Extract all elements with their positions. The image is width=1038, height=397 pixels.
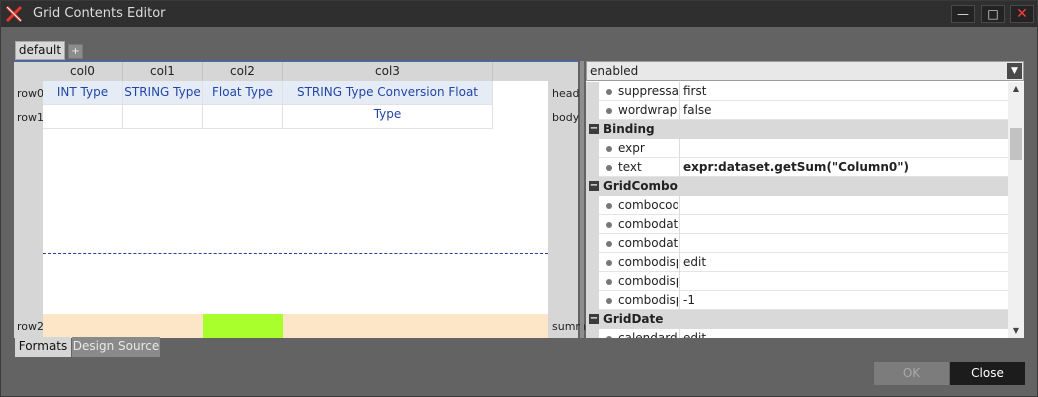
properties-panel: enabled ▼ suppressalign first wordwrap f… bbox=[586, 61, 1024, 338]
property-bullet-icon bbox=[606, 108, 612, 114]
close-icon: ✕ bbox=[1016, 6, 1028, 22]
grid-cell-summ-col2-selected[interactable] bbox=[203, 314, 283, 338]
column-header-col0[interactable]: col0 bbox=[43, 62, 123, 81]
property-bullet-icon bbox=[606, 146, 612, 152]
app-logo-icon bbox=[5, 5, 23, 23]
property-row[interactable]: combodatacol bbox=[586, 234, 1008, 253]
property-group-binding[interactable]: − Binding bbox=[586, 120, 1008, 139]
property-name: combodisplay bbox=[618, 255, 678, 269]
property-name: text bbox=[618, 160, 642, 174]
property-value[interactable]: expr:dataset.getSum("Column0") bbox=[683, 160, 1003, 174]
property-filter-value: enabled bbox=[590, 64, 639, 78]
grid-cell-head-col0[interactable]: INT Type bbox=[43, 81, 123, 105]
group-name: GridDate bbox=[603, 312, 664, 326]
dropdown-arrow-icon[interactable]: ▼ bbox=[1007, 63, 1022, 79]
property-value[interactable]: -1 bbox=[683, 293, 1003, 307]
group-name: Binding bbox=[603, 122, 655, 136]
grid-cell-body-col1[interactable] bbox=[123, 105, 203, 129]
property-group-griddate[interactable]: − GridDate bbox=[586, 310, 1008, 329]
property-name: combodataset bbox=[618, 217, 678, 231]
property-row[interactable]: combodataset bbox=[586, 215, 1008, 234]
collapse-icon[interactable]: − bbox=[589, 314, 599, 324]
property-bullet-icon bbox=[606, 298, 612, 304]
property-row[interactable]: combodisplayrowcount -1 bbox=[586, 291, 1008, 310]
property-list: suppressalign first wordwrap false − Bin… bbox=[586, 82, 1008, 338]
property-value[interactable]: first bbox=[683, 84, 1003, 98]
collapse-icon[interactable]: − bbox=[589, 181, 599, 191]
property-name: expr bbox=[618, 141, 645, 155]
grid-contents-editor-window: Grid Contents Editor — □ ✕ default + col… bbox=[0, 0, 1038, 397]
group-name: GridCombo bbox=[603, 179, 678, 193]
property-scrollbar[interactable]: ▲ ▼ bbox=[1008, 82, 1024, 338]
title-bar[interactable]: Grid Contents Editor — □ ✕ bbox=[1, 1, 1037, 27]
add-format-button[interactable]: + bbox=[68, 44, 83, 59]
tab-default[interactable]: default bbox=[15, 41, 65, 60]
ok-button[interactable]: OK bbox=[874, 362, 949, 385]
property-bullet-icon bbox=[606, 279, 612, 285]
property-bullet-icon bbox=[606, 260, 612, 266]
column-header-col2[interactable]: col2 bbox=[203, 62, 283, 81]
window-title: Grid Contents Editor bbox=[33, 6, 166, 21]
scroll-thumb[interactable] bbox=[1010, 128, 1022, 160]
property-bullet-icon bbox=[606, 222, 612, 228]
property-bullet-icon bbox=[606, 165, 612, 171]
property-row[interactable]: suppressalign first bbox=[586, 82, 1008, 101]
property-bullet-icon bbox=[606, 241, 612, 247]
property-value[interactable]: edit bbox=[683, 331, 1003, 338]
property-group-gridcombo[interactable]: − GridCombo bbox=[586, 177, 1008, 196]
property-name: combodisplaynulltext bbox=[618, 274, 678, 288]
property-name: combocodecol bbox=[618, 198, 678, 212]
band-label-column bbox=[548, 62, 578, 338]
column-header-row: col0 col1 col2 col3 bbox=[43, 62, 548, 81]
band-label-head: head bbox=[552, 87, 580, 100]
property-row[interactable]: combodisplay edit bbox=[586, 253, 1008, 272]
maximize-button[interactable]: □ bbox=[981, 5, 1005, 23]
property-row[interactable]: calendardisplay edit bbox=[586, 329, 1008, 338]
property-name: wordwrap bbox=[618, 103, 678, 117]
grid-cell-head-col2[interactable]: Float Type bbox=[203, 81, 283, 105]
tab-formats[interactable]: Formats bbox=[15, 337, 71, 357]
property-row[interactable]: text expr:dataset.getSum("Column0") bbox=[586, 158, 1008, 177]
grid-cell-body-col2[interactable] bbox=[203, 105, 283, 129]
row-label-row2: row2 bbox=[17, 320, 45, 333]
scroll-up-icon[interactable]: ▲ bbox=[1008, 82, 1024, 96]
row-label-row1: row1 bbox=[17, 111, 45, 124]
property-row[interactable]: wordwrap false bbox=[586, 101, 1008, 120]
grid-row-summary bbox=[43, 314, 548, 338]
property-value[interactable]: edit bbox=[683, 255, 1003, 269]
row-label-row0: row0 bbox=[17, 87, 45, 100]
grid-cell-head-col3[interactable]: STRING Type Conversion Float Type bbox=[283, 81, 493, 121]
minimize-icon: — bbox=[957, 7, 969, 21]
row-header-column bbox=[14, 62, 43, 338]
grid-cell-head-col1[interactable]: STRING Type bbox=[123, 81, 203, 105]
property-row[interactable]: expr bbox=[586, 139, 1008, 158]
grid-design-area[interactable]: col0 col1 col2 col3 row0 row1 row2 head … bbox=[14, 61, 586, 338]
property-row[interactable]: combocodecol bbox=[586, 196, 1008, 215]
close-window-button[interactable]: ✕ bbox=[1010, 5, 1034, 23]
property-bullet-icon bbox=[606, 203, 612, 209]
scroll-down-icon[interactable]: ▼ bbox=[1008, 324, 1024, 338]
band-divider-line bbox=[43, 253, 548, 254]
property-row[interactable]: combodisplaynulltext bbox=[586, 272, 1008, 291]
property-name: calendardisplay bbox=[618, 331, 678, 338]
property-bullet-icon bbox=[606, 89, 612, 95]
tab-design-source[interactable]: Design Source bbox=[72, 337, 160, 357]
property-name: combodatacol bbox=[618, 236, 678, 250]
column-header-col3[interactable]: col3 bbox=[283, 62, 493, 81]
close-button[interactable]: Close bbox=[950, 362, 1025, 385]
column-header-col1[interactable]: col1 bbox=[123, 62, 203, 81]
property-bullet-icon bbox=[606, 336, 612, 338]
property-value[interactable]: false bbox=[683, 103, 1003, 117]
property-name: combodisplayrowcount bbox=[618, 293, 678, 307]
panel-splitter[interactable] bbox=[580, 61, 584, 338]
maximize-icon: □ bbox=[987, 7, 999, 21]
property-name: suppressalign bbox=[618, 84, 678, 98]
property-filter-select[interactable]: enabled ▼ bbox=[586, 61, 1024, 81]
grid-cell-body-col3[interactable] bbox=[283, 105, 493, 129]
minimize-button[interactable]: — bbox=[951, 5, 975, 23]
band-label-body: body bbox=[552, 111, 580, 124]
grid-cell-body-col0[interactable] bbox=[43, 105, 123, 129]
collapse-icon[interactable]: − bbox=[589, 124, 599, 134]
